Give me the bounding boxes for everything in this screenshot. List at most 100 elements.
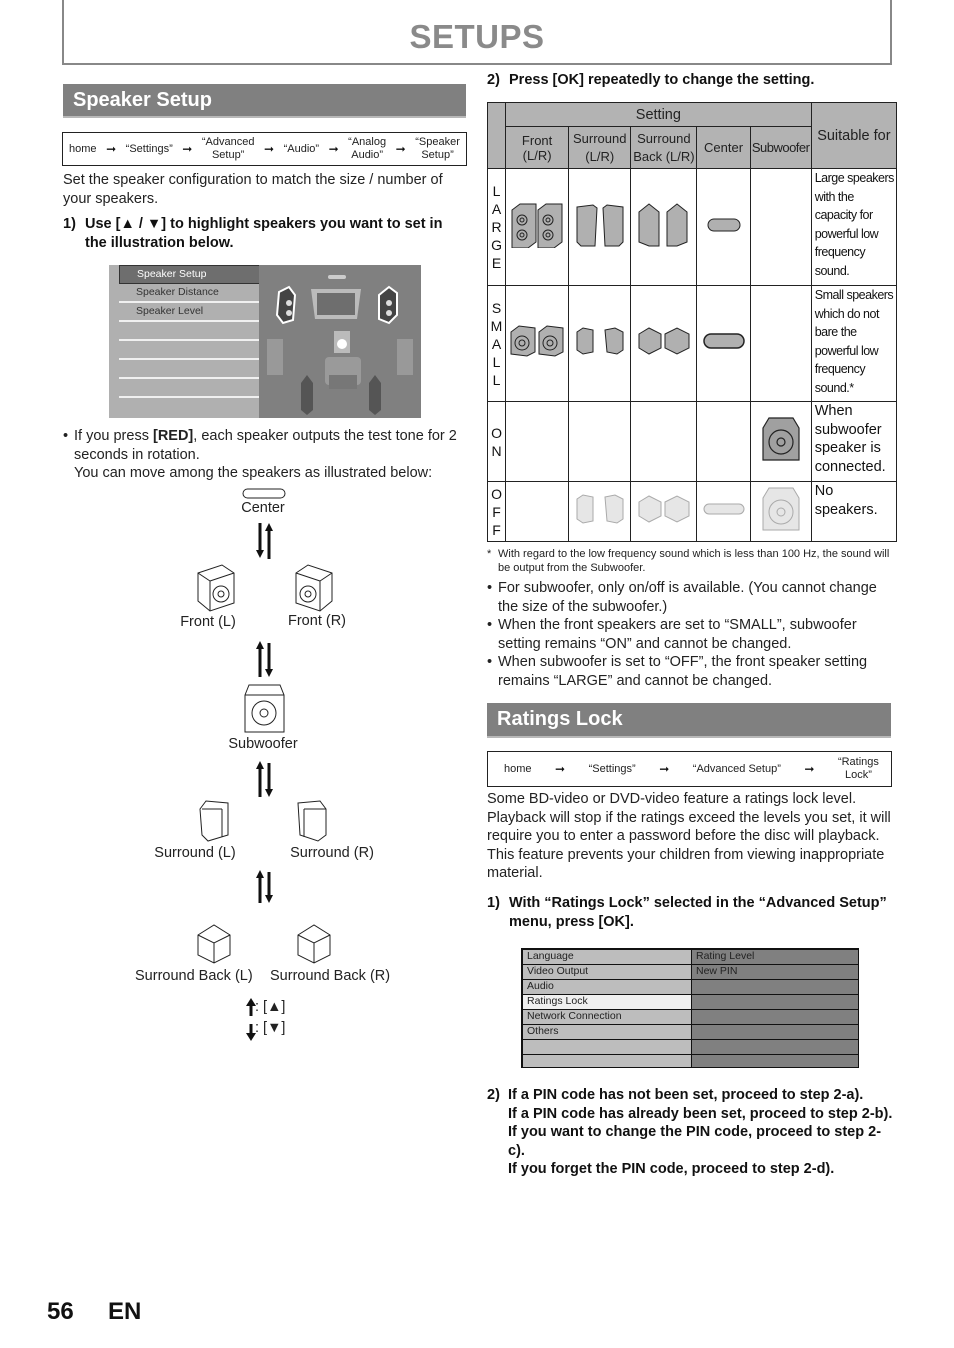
surround-off-speaker-icon (576, 494, 624, 524)
row-description: No speakers. (810, 481, 898, 542)
table-row-off: OFF No speakers. (486, 481, 898, 542)
submenu-item-empty (692, 980, 858, 994)
suitable-for-header: Suitable for (810, 102, 898, 169)
front-right-speaker-icon (295, 564, 333, 612)
submenu-item-empty (692, 995, 858, 1009)
front-small-speaker-icon (510, 325, 564, 357)
subwoofer-on-icon (762, 417, 800, 461)
menu-item-video-output[interactable]: Video Output (523, 965, 691, 979)
advanced-setup-menu-screenshot: Language Rating Level Video Output New P… (521, 948, 859, 1068)
breadcrumb-item: “Analog Audio” (348, 136, 387, 161)
breadcrumb-item: “Advanced Setup” (201, 136, 255, 161)
surround-right-speaker-icon (397, 339, 413, 375)
step-text: Press [OK] repeatedly to change the sett… (509, 72, 815, 88)
arrow-right-icon: ➞ (659, 762, 670, 776)
arrow-right-icon: ➞ (328, 142, 339, 156)
arrow-right-icon: ➞ (395, 142, 406, 156)
step-line: If you want to change the PIN code, proc… (508, 1124, 882, 1159)
step-number: 1) (63, 216, 76, 232)
bullet-icon: • (487, 580, 493, 596)
arrow-right-icon: ➞ (182, 142, 193, 156)
table-row-large: LARGE Large speakers with the capacity f… (486, 168, 898, 286)
speaker-setup-step-2: 2) Press [OK] repeatedly to change the s… (487, 71, 897, 90)
breadcrumb-item: “Advanced Setup” (692, 762, 781, 775)
surround-large-cell (568, 168, 632, 286)
menu-item-speaker-distance[interactable]: Speaker Distance (119, 284, 259, 303)
surround-back-small-speaker-icon (638, 327, 690, 355)
center-label: Center (241, 500, 285, 516)
surround-small-cell (568, 285, 632, 402)
menu-item-speaker-level[interactable]: Speaker Level (119, 303, 259, 322)
row-label-text: ON (491, 424, 502, 459)
breadcrumb-item: “Speaker Setup” (415, 136, 460, 161)
ratings-lock-step-1: 1) With “Ratings Lock” selected in the “… (487, 894, 892, 931)
breadcrumb-item: “Audio” (283, 142, 320, 155)
row-description: When subwoofer speaker is connected. (810, 401, 898, 482)
front-left-speaker-icon (197, 564, 235, 612)
row-description: Large speakers with the capacity for pow… (810, 168, 898, 286)
submenu-item-rating-level[interactable]: Rating Level (692, 950, 858, 964)
center-small-speaker-icon (702, 333, 745, 349)
step-line: If a PIN code has already been set, proc… (508, 1105, 893, 1122)
page-title-box: SETUPS (62, 0, 892, 65)
surround-small-speaker-icon (576, 327, 624, 355)
menu-list: Speaker Setup Speaker Distance Speaker L… (109, 265, 261, 418)
note-text: When the front speakers are set to “SMAL… (498, 617, 857, 652)
subwoofer-icon (334, 331, 350, 353)
menu-item-empty (119, 322, 259, 341)
menu-item-audio[interactable]: Audio (523, 980, 691, 994)
submenu-item-empty (692, 1025, 858, 1039)
speaker-setup-heading: Speaker Setup (63, 84, 466, 118)
surround-left-speaker-icon (267, 339, 283, 375)
center-off-cell (696, 481, 751, 542)
arrow-right-icon: ➞ (263, 142, 275, 156)
surround-back-left-speaker-icon (301, 375, 313, 415)
center-large-cell (696, 168, 751, 286)
surround-back-left-speaker-icon (197, 924, 231, 964)
table-row-on: ON When subwoofer speaker is connected. (486, 401, 898, 482)
step-number: 2) (487, 72, 500, 88)
center-speaker-icon (242, 488, 286, 499)
row-label-text: OFF (491, 485, 502, 538)
row-description: Small speakers which do not bare the pow… (810, 285, 898, 402)
row-label: OFF (486, 481, 507, 542)
up-down-arrows-icon (256, 641, 273, 677)
menu-item-speaker-setup[interactable]: Speaker Setup (119, 265, 261, 284)
speaker-settings-table: Setting Suitable for Front (L/R) Surroun… (486, 102, 898, 542)
row-label-text: SMALL (490, 299, 503, 388)
row-label: ON (486, 401, 507, 482)
column-header: Surround (L/R) (568, 126, 632, 169)
speaker-setup-step-1: 1) Use [▲ / ▼] to highlight speakers you… (63, 215, 468, 252)
subwoofer-large-cell (749, 168, 812, 286)
ratings-lock-intro: Some BD-video or DVD-video feature a rat… (487, 791, 891, 881)
surround-right-label: Surround (R) (290, 845, 374, 861)
menu-item-language[interactable]: Language (523, 950, 691, 964)
speaker-notes-list: • For subwoofer, only on/off is available… (487, 579, 895, 690)
menu-item-ratings-lock[interactable]: Ratings Lock (523, 995, 691, 1009)
step-line: If a PIN code has not been set, proceed … (508, 1087, 864, 1103)
surround-large-speaker-icon (576, 203, 624, 246)
surround-back-large-speaker-icon (638, 202, 688, 246)
column-header: Center (696, 126, 751, 169)
table-corner (486, 102, 507, 169)
speaker-setup-intro: Set the speaker configuration to match t… (63, 172, 443, 207)
note-item: • When the front speakers are set to “SMA… (487, 616, 895, 653)
menu-item-network-connection[interactable]: Network Connection (523, 1010, 691, 1024)
menu-item-empty (523, 1040, 691, 1054)
breadcrumb-item: home (69, 142, 97, 155)
subwoofer-small-cell (749, 285, 812, 402)
surround-back-small-cell (630, 285, 698, 402)
subwoofer-icon (244, 684, 285, 733)
breadcrumb-item: “Ratings Lock” (837, 756, 879, 781)
submenu-item-new-pin[interactable]: New PIN (692, 965, 858, 979)
step-text-part: / (134, 216, 147, 232)
row-label: SMALL (486, 285, 507, 402)
red-button-label: [RED] (152, 428, 194, 444)
down-triangle-icon: ▼ (146, 216, 162, 232)
menu-item-others[interactable]: Others (523, 1025, 691, 1039)
surround-back-off-speaker-icon (638, 495, 690, 523)
front-small-cell (505, 285, 570, 402)
note-item: • When subwoofer is set to “OFF”, the fro… (487, 653, 895, 690)
empty-cell (505, 401, 570, 482)
center-large-speaker-icon (707, 218, 741, 231)
